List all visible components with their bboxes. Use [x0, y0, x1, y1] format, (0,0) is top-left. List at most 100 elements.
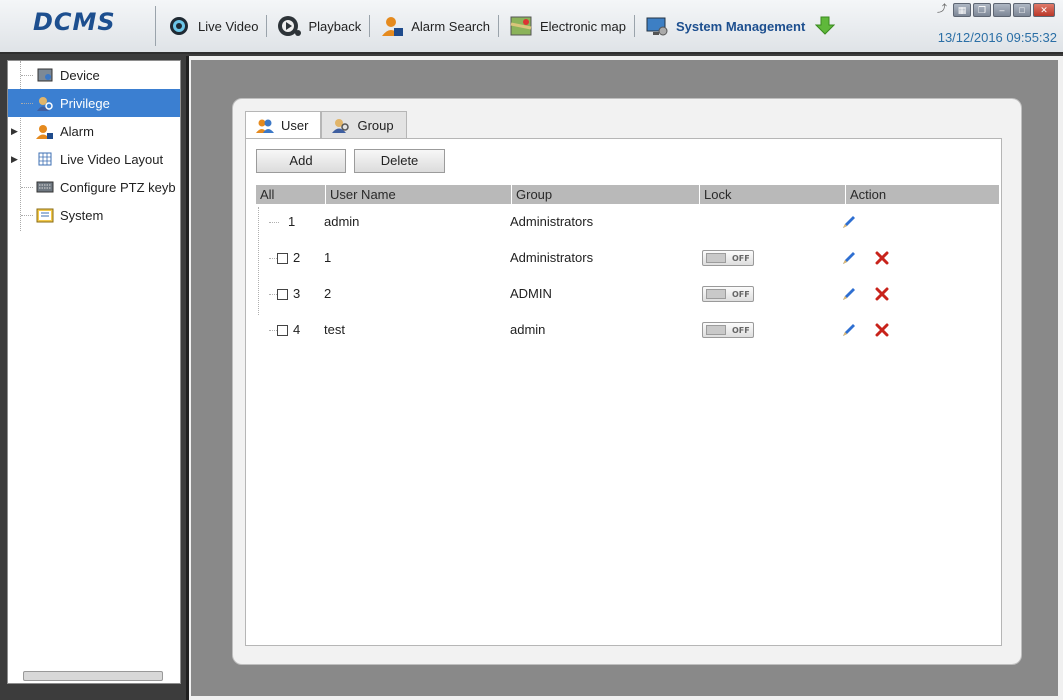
- divider: [155, 6, 156, 46]
- map-icon: [507, 13, 535, 39]
- tab-group[interactable]: Group: [321, 111, 407, 138]
- edit-pencil-icon[interactable]: [840, 285, 858, 303]
- delete-button[interactable]: Delete: [354, 149, 445, 173]
- tab-label: Group: [357, 117, 394, 133]
- sidebar-item-label: Device: [60, 67, 100, 83]
- add-button[interactable]: Add: [256, 149, 346, 173]
- column-header-user-name[interactable]: User Name: [326, 185, 512, 204]
- lock-state: OFF: [732, 253, 750, 263]
- playback-icon: [275, 13, 303, 39]
- nav-label: Electronic map: [539, 18, 626, 34]
- column-header-all[interactable]: All: [256, 185, 326, 204]
- delete-x-icon[interactable]: [873, 285, 891, 303]
- row-index-text: 4: [293, 322, 301, 337]
- sidebar-item-label: System: [60, 207, 104, 223]
- table-header: All User Name Group Lock Action: [256, 185, 999, 204]
- nav-label: System Management: [675, 18, 806, 34]
- sidebar-item-configure-ptz-keyboard[interactable]: Configure PTZ keyb: [8, 173, 180, 201]
- row-checkbox[interactable]: [277, 289, 288, 301]
- restore-icon[interactable]: ❐: [973, 3, 991, 17]
- sidebar-item-label: Configure PTZ keyb: [60, 179, 176, 195]
- sidebar-item-live-video-layout[interactable]: ▶ Live Video Layout: [8, 145, 180, 173]
- alarm-icon: [36, 123, 54, 139]
- row-group: Administrators: [510, 214, 594, 229]
- divider: [633, 15, 635, 37]
- divider: [497, 15, 499, 37]
- sidebar: Device Privilege ▶ Alarm ▶ Live Video La…: [0, 56, 186, 700]
- datetime: 13/12/2016 09:55:32: [937, 30, 1057, 45]
- nav-label: Live Video: [198, 18, 259, 34]
- sidebar-item-device[interactable]: Device: [8, 61, 180, 89]
- sidebar-item-label: Alarm: [60, 123, 94, 139]
- nav-label: Playback: [308, 18, 362, 34]
- group-icon: [332, 117, 350, 133]
- row-user-name: test: [324, 322, 345, 337]
- layout-icon[interactable]: ▦: [953, 3, 971, 17]
- row-index-text: 2: [293, 250, 301, 265]
- expand-arrow-icon[interactable]: ▶: [11, 126, 18, 137]
- divider: [369, 15, 371, 37]
- edit-pencil-icon[interactable]: [840, 213, 858, 231]
- sidebar-item-label: Live Video Layout: [60, 151, 164, 167]
- nav-system-management[interactable]: System Management: [638, 11, 844, 41]
- row-user-name: admin: [324, 214, 360, 229]
- window-controls: ⤴ ▦ ❐ – □ ✕: [937, 3, 1055, 17]
- row-user-name: 1: [324, 250, 332, 265]
- sidebar-item-system[interactable]: System: [8, 201, 180, 229]
- tab-label: User: [281, 118, 309, 133]
- nav-live-video[interactable]: Live Video: [160, 11, 263, 41]
- layout-icon: [36, 151, 54, 167]
- eye-icon: [165, 13, 193, 39]
- close-icon[interactable]: ✕: [1033, 3, 1055, 17]
- column-header-lock[interactable]: Lock: [700, 185, 846, 204]
- table-row[interactable]: 2 1 Administrators OFF: [256, 240, 999, 276]
- sidebar-item-alarm[interactable]: ▶ Alarm: [8, 117, 180, 145]
- delete-x-icon[interactable]: [873, 321, 891, 339]
- lock-toggle[interactable]: OFF: [702, 250, 754, 266]
- users-icon: [256, 118, 274, 134]
- row-index: 2: [277, 240, 300, 276]
- pin-icon[interactable]: ⤴: [937, 3, 947, 17]
- minimize-icon[interactable]: –: [993, 3, 1011, 17]
- row-index: 4: [277, 312, 300, 348]
- table-row[interactable]: 4 test admin OFF: [256, 312, 999, 348]
- sidebar-item-privilege[interactable]: Privilege: [8, 89, 180, 117]
- row-group: admin: [510, 322, 546, 337]
- nav-alarm-search[interactable]: Alarm Search: [373, 11, 495, 41]
- edit-pencil-icon[interactable]: [840, 321, 858, 339]
- row-checkbox[interactable]: [277, 253, 288, 265]
- row-user-name: 2: [324, 286, 332, 301]
- main-nav: Live Video Playback Alarm Search Electro…: [160, 11, 844, 41]
- tab-user[interactable]: User: [245, 111, 322, 139]
- row-index: 1: [288, 214, 296, 229]
- lock-toggle[interactable]: OFF: [702, 322, 754, 338]
- lock-toggle[interactable]: OFF: [702, 286, 754, 302]
- table-row[interactable]: 3 2 ADMIN OFF: [256, 276, 999, 312]
- top-bar: DCMS Live Video Playback Alarm Search El…: [0, 0, 1063, 54]
- nav-playback[interactable]: Playback: [270, 11, 366, 41]
- nav-label: Alarm Search: [411, 18, 490, 34]
- nav-electronic-map[interactable]: Electronic map: [502, 11, 631, 41]
- device-icon: [36, 67, 54, 83]
- lock-state: OFF: [732, 289, 750, 299]
- tab-bar: User Group: [245, 111, 407, 139]
- expand-arrow-icon[interactable]: ▶: [11, 154, 18, 165]
- maximize-icon[interactable]: □: [1013, 3, 1031, 17]
- divider: [266, 15, 268, 37]
- download-arrow-icon: [811, 13, 839, 39]
- row-checkbox[interactable]: [277, 325, 288, 337]
- keyboard-icon: [36, 179, 54, 195]
- column-header-action[interactable]: Action: [846, 185, 999, 204]
- edit-pencil-icon[interactable]: [840, 249, 858, 267]
- row-index-text: 3: [293, 286, 301, 301]
- column-header-group[interactable]: Group: [512, 185, 700, 204]
- main-area: User Group Add Delete All User Name Grou…: [186, 56, 1063, 700]
- nav-tree: Device Privilege ▶ Alarm ▶ Live Video La…: [7, 60, 181, 684]
- delete-x-icon[interactable]: [873, 249, 891, 267]
- table-row[interactable]: 1 admin Administrators: [256, 204, 999, 240]
- app-logo: DCMS: [33, 8, 116, 36]
- privilege-icon: [36, 95, 54, 111]
- horizontal-scrollbar[interactable]: [23, 671, 163, 681]
- privilege-panel: User Group Add Delete All User Name Grou…: [232, 98, 1022, 665]
- user-tab-content: Add Delete All User Name Group Lock Acti…: [245, 138, 1002, 646]
